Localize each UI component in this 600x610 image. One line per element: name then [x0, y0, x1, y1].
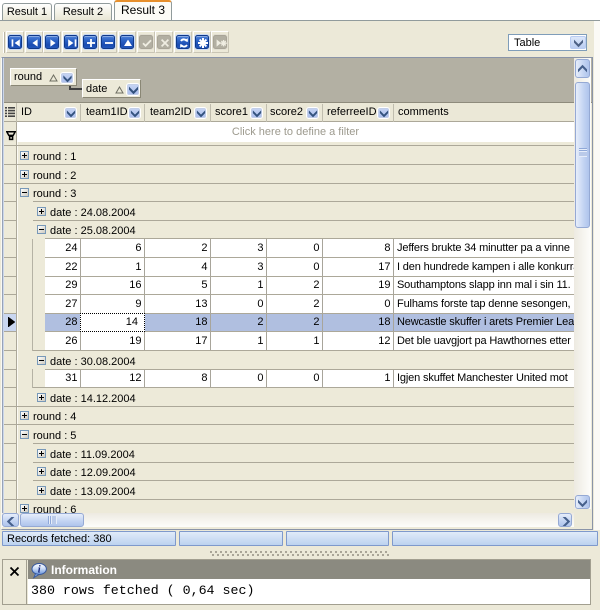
svg-text:i: i	[38, 564, 41, 575]
